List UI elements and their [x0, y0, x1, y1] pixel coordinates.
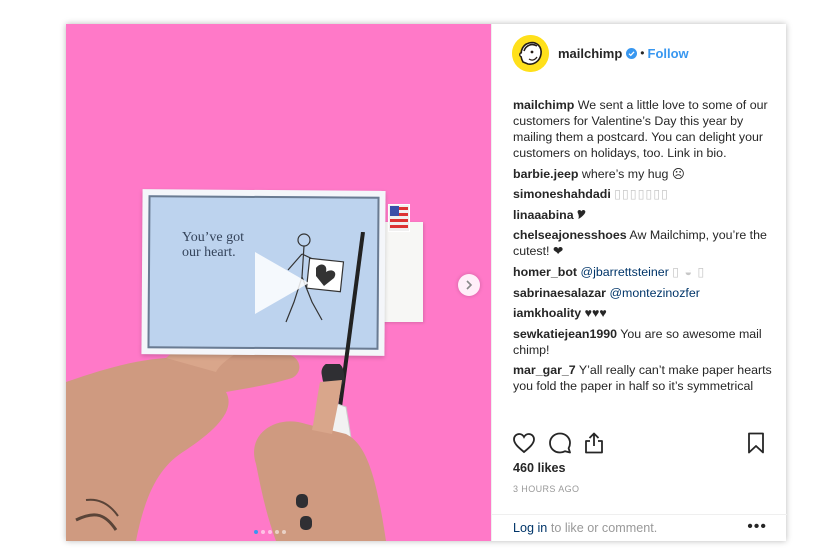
- login-prompt-text: to like or comment.: [547, 521, 658, 535]
- next-slide-button[interactable]: [458, 274, 480, 296]
- comment-username[interactable]: barbie.jeep: [513, 167, 578, 181]
- comment-item: barbie.jeep where’s my hug ☹: [513, 166, 775, 182]
- carousel-dot: [268, 530, 272, 534]
- comment-item: linaaabina 🎔: [513, 207, 775, 223]
- comment-text: 🎔: [577, 207, 586, 222]
- more-options-button[interactable]: •••: [747, 519, 767, 535]
- comment-item: iamkhoality ♥♥♥: [513, 305, 775, 321]
- comment-text: ♥♥♥: [584, 306, 607, 321]
- comments-list: mailchimp We sent a little love to some …: [513, 97, 775, 399]
- post-header: mailchimp • Follow: [492, 24, 787, 82]
- comment-username[interactable]: sewkatiejean1990: [513, 327, 617, 341]
- comment-item: simoneshahdadi ▯▯▯▯▯▯▯: [513, 186, 775, 202]
- comment-mention[interactable]: @jbarrettsteiner: [580, 265, 668, 279]
- verified-badge-icon: [626, 47, 638, 59]
- comment-username[interactable]: homer_bot: [513, 265, 577, 279]
- comment-item: sewkatiejean1990 You are so awesome mail…: [513, 326, 775, 358]
- heart-icon[interactable]: [512, 431, 536, 455]
- carousel-dot: [254, 530, 258, 534]
- post-timestamp: 3 HOURS AGO: [513, 484, 580, 494]
- comment-username[interactable]: sabrinaesalazar: [513, 286, 606, 300]
- comment-bar: Log in to like or comment. •••: [492, 514, 787, 541]
- comment-item: sabrinaesalazar @montezinozfer: [513, 285, 775, 301]
- comment-username[interactable]: chelseajonesshoes: [513, 228, 627, 242]
- login-link[interactable]: Log in: [513, 521, 547, 535]
- postcard-message: You’ve got our heart.: [182, 230, 244, 260]
- action-bar: [512, 431, 768, 455]
- separator-dot: •: [640, 46, 645, 60]
- comment-emoji-text: ▯ ◒ ▯: [672, 264, 706, 279]
- comment-username[interactable]: mar_gar_7: [513, 363, 576, 377]
- comment-mention[interactable]: @montezinozfer: [609, 286, 699, 300]
- follow-button[interactable]: Follow: [648, 46, 689, 61]
- like-count[interactable]: 460 likes: [513, 461, 566, 475]
- avatar[interactable]: [512, 34, 549, 72]
- comment-username[interactable]: linaaabina: [513, 208, 574, 222]
- comment-item: homer_bot @jbarrettsteiner ▯ ◒ ▯: [513, 264, 775, 280]
- comment-username[interactable]: iamkhoality: [513, 306, 581, 320]
- comment-username[interactable]: mailchimp: [513, 98, 574, 112]
- comment-emoji-text: ▯▯▯▯▯▯▯: [614, 187, 669, 202]
- chevron-right-icon: [466, 280, 473, 290]
- carousel-dot: [275, 530, 279, 534]
- share-icon[interactable]: [582, 431, 606, 455]
- freddie-logo-icon: [512, 34, 549, 72]
- play-icon[interactable]: [247, 250, 313, 316]
- carousel-indicator: [254, 530, 286, 534]
- post-details: mailchimp • Follow mailchimp We sent a l…: [491, 24, 787, 541]
- flag-stamp-icon: [388, 204, 410, 232]
- comment-item: mar_gar_7 Y’all really can’t make paper …: [513, 362, 775, 394]
- caption: mailchimp We sent a little love to some …: [513, 97, 775, 161]
- post-author-username[interactable]: mailchimp: [558, 46, 622, 61]
- carousel-dot: [282, 530, 286, 534]
- carousel-dot: [261, 530, 265, 534]
- right-hand-image: [254, 364, 386, 541]
- comment-icon[interactable]: [548, 431, 572, 455]
- post-media[interactable]: You’ve got our heart.: [66, 24, 491, 541]
- bookmark-icon[interactable]: [744, 431, 768, 455]
- instagram-post: You’ve got our heart. mailchimp • Follow…: [66, 24, 787, 541]
- comment-username[interactable]: simoneshahdadi: [513, 187, 611, 201]
- comment-item: chelseajonesshoes Aw Mailchimp, you’re t…: [513, 227, 775, 259]
- comment-text: where’s my hug ☹: [581, 166, 685, 181]
